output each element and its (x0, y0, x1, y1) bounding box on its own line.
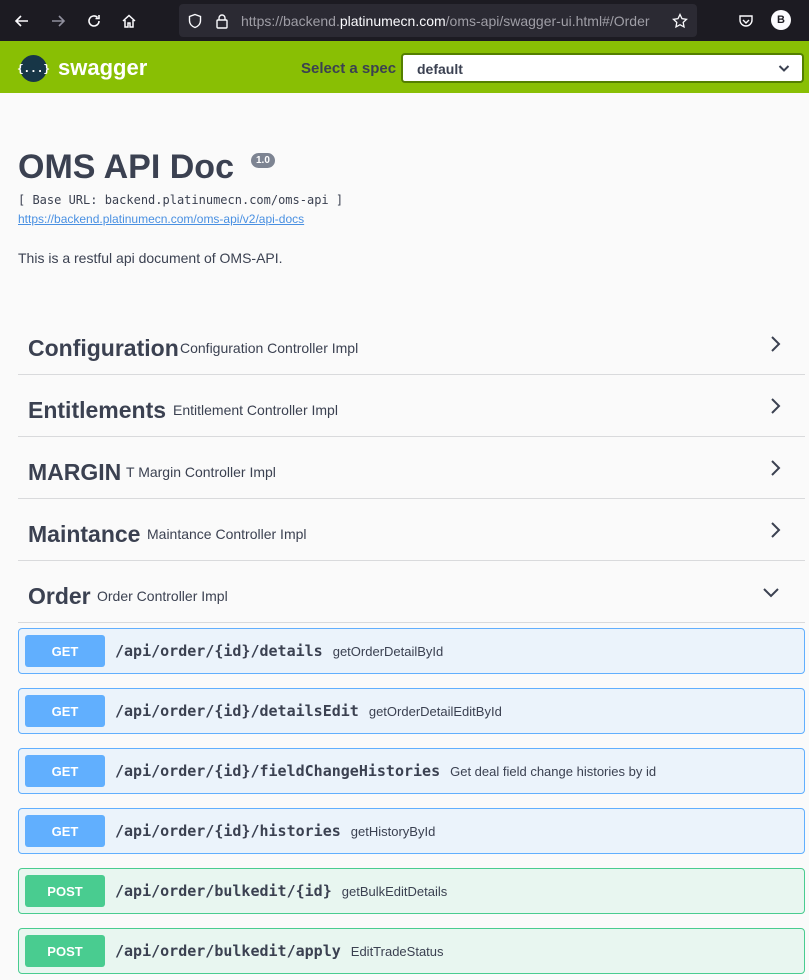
tag-title: Configuration (28, 335, 179, 361)
method-badge: POST (25, 935, 105, 967)
forward-button[interactable] (45, 8, 71, 34)
tag-description: Maintance Controller Impl (147, 526, 307, 542)
spec-select[interactable]: default (401, 53, 804, 83)
operation-get-field-change-histories[interactable]: GET /api/order/{id}/fieldChangeHistories… (18, 748, 805, 794)
page-title: OMS API Doc (18, 148, 234, 186)
tag-description: Configuration Controller Impl (180, 340, 359, 356)
operation-post-bulkedit-apply[interactable]: POST /api/order/bulkedit/apply EditTradeS… (18, 928, 805, 974)
pocket-button[interactable] (733, 8, 759, 34)
reload-icon (88, 15, 100, 27)
shield-icon[interactable] (187, 13, 203, 29)
method-badge: GET (25, 635, 105, 667)
address-bar[interactable]: https://backend.platinumecn.com/oms-api/… (179, 4, 697, 37)
operation-path: /api/order/{id}/details getOrderDetailByI… (115, 642, 444, 660)
method-badge: GET (25, 695, 105, 727)
api-docs-link[interactable]: https://backend.platinumecn.com/oms-api/… (18, 212, 304, 226)
method-badge: POST (25, 875, 105, 907)
tag-margin[interactable]: MARGIN T Margin Controller Impl (18, 437, 805, 499)
swagger-logo-icon[interactable]: {...} (17, 55, 50, 82)
tag-description: Order Controller Impl (97, 588, 228, 604)
method-badge: GET (25, 815, 105, 847)
back-button[interactable] (9, 8, 35, 34)
chevron-right-icon (771, 460, 781, 476)
operation-summary: getOrderDetailEditById (368, 704, 502, 719)
operation-summary: getOrderDetailById (332, 644, 444, 659)
version-badge: 1.0 (251, 153, 275, 168)
arrow-left-icon (14, 15, 28, 27)
tag-title: Entitlements (28, 397, 167, 423)
tag-maintance[interactable]: Maintance Maintance Controller Impl (18, 499, 805, 561)
operation-summary: getBulkEditDetails (341, 884, 448, 899)
chevron-right-icon (771, 522, 781, 538)
chevron-down-icon (763, 588, 779, 598)
operation-path: /api/order/bulkedit/{id} getBulkEditDetai… (115, 882, 448, 900)
tag-configuration[interactable]: Configuration Configuration Controller I… (18, 313, 805, 375)
tag-description: T Margin Controller Impl (126, 464, 276, 480)
method-badge: GET (25, 755, 105, 787)
operation-summary: EditTradeStatus (350, 944, 444, 959)
spec-select-label: Select a spec (301, 60, 397, 77)
operation-post-bulkedit-id[interactable]: POST /api/order/bulkedit/{id} getBulkEdit… (18, 868, 805, 914)
chevron-right-icon (771, 398, 781, 414)
star-icon[interactable] (672, 13, 688, 29)
operation-path: /api/order/bulkedit/apply EditTradeStatus (115, 942, 444, 960)
tag-description: Entitlement Controller Impl (173, 402, 338, 418)
tag-order[interactable]: Order Order Controller Impl (18, 561, 805, 623)
reload-button[interactable] (81, 8, 107, 34)
tag-title: MARGIN (28, 459, 122, 485)
lock-icon[interactable] (215, 13, 229, 29)
home-button[interactable] (116, 8, 142, 34)
operation-get-order-details-edit[interactable]: GET /api/order/{id}/detailsEdit getOrderD… (18, 688, 805, 734)
operation-path: /api/order/{id}/detailsEdit getOrderDetai… (115, 702, 502, 720)
chevron-down-icon (778, 65, 790, 72)
swagger-logo-text[interactable]: swagger (58, 55, 147, 81)
operation-path: /api/order/{id}/histories getHistoryById (115, 822, 436, 840)
spec-select-value: default (417, 61, 463, 77)
tag-title: Order (28, 583, 91, 609)
operation-summary: Get deal field change histories by id (450, 764, 657, 779)
url-text: https://backend.platinumecn.com/oms-api/… (241, 13, 650, 29)
api-description: This is a restful api document of OMS-AP… (18, 250, 283, 266)
operation-get-histories[interactable]: GET /api/order/{id}/histories getHistoryB… (18, 808, 805, 854)
base-url: [ Base URL: backend.platinumecn.com/oms-… (18, 193, 344, 207)
chevron-right-icon (771, 336, 781, 352)
browser-toolbar: https://backend.platinumecn.com/oms-api/… (0, 0, 809, 41)
arrow-right-icon (52, 15, 66, 27)
home-icon (122, 14, 136, 28)
tag-entitlements[interactable]: Entitlements Entitlement Controller Impl (18, 375, 805, 437)
swagger-topbar: {...} swagger Select a spec default (0, 41, 809, 93)
pocket-icon (739, 15, 753, 27)
account-avatar[interactable]: B (771, 10, 791, 30)
tag-title: Maintance (28, 521, 141, 547)
operation-summary: getHistoryById (350, 824, 436, 839)
operation-get-order-details[interactable]: GET /api/order/{id}/details getOrderDetai… (18, 628, 805, 674)
operation-path: /api/order/{id}/fieldChangeHistories Get … (115, 762, 657, 780)
